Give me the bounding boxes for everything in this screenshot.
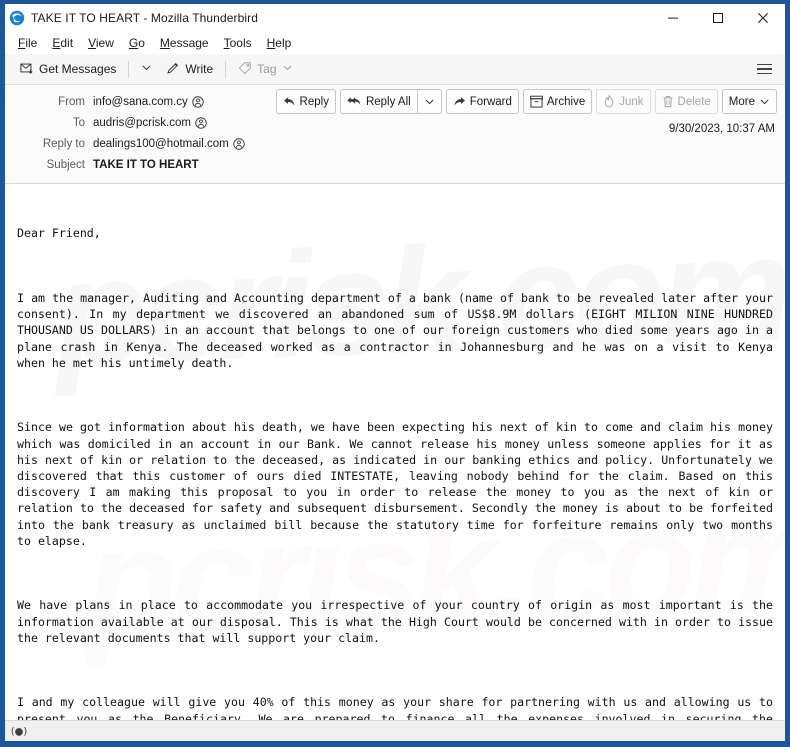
body-paragraph: I and my colleague will give you 40% of … (17, 695, 773, 720)
write-button[interactable]: Write (159, 58, 220, 81)
archive-button[interactable]: Archive (522, 89, 593, 114)
reply-all-group: Reply All (339, 89, 442, 114)
menu-bar: FFileile Edit View Go Message Tools Help (5, 31, 785, 54)
toolbar-divider-2 (225, 60, 227, 78)
body-paragraph: I am the manager, Auditing and Accountin… (17, 291, 780, 370)
menu-item-tools[interactable]: Tools (217, 34, 259, 52)
body-paragraph: Since we got information about his death… (17, 420, 780, 548)
toolbar-divider-1 (128, 60, 130, 78)
message-action-buttons: Reply Reply All Forward Archive Junk Del… (275, 89, 777, 114)
menu-item-edit[interactable]: Edit (45, 34, 80, 52)
close-icon[interactable] (740, 4, 785, 31)
from-address: info@sana.com.cy (93, 95, 188, 108)
junk-label: Junk (619, 95, 644, 108)
pencil-icon (166, 61, 180, 78)
contact-icon[interactable] (195, 116, 207, 129)
reply-button[interactable]: Reply (275, 89, 336, 114)
thunderbird-logo-icon (9, 10, 25, 26)
hamburger-menu-icon[interactable] (757, 60, 775, 78)
message-header: Reply Reply All Forward Archive Junk Del… (5, 85, 785, 184)
tag-icon (238, 61, 252, 78)
subject-label: Subject (46, 158, 85, 171)
reply-all-icon (347, 96, 362, 107)
from-label: From (58, 95, 85, 108)
contact-icon[interactable] (232, 137, 245, 150)
minimize-icon[interactable] (650, 4, 695, 31)
from-value-group[interactable]: info@sana.com.cy (93, 96, 204, 108)
connection-status-icon[interactable]: ((●)) (10, 724, 28, 738)
delete-label: Delete (677, 95, 711, 108)
window-content: TAKE IT TO HEART - Mozilla Thunderbird F… (5, 4, 785, 741)
body-paragraph: We have plans in place to accommodate yo… (17, 598, 780, 645)
reply-to-label: Reply to (42, 137, 85, 150)
reply-all-dropdown[interactable] (417, 89, 442, 114)
header-row-reply-to: Reply to dealings100@hotmail.com (5, 133, 785, 154)
to-label: To (72, 116, 85, 129)
forward-label: Forward (469, 95, 512, 108)
menu-item-file[interactable]: FFileile (11, 34, 44, 52)
tag-button[interactable]: Tag (231, 58, 299, 81)
to-value-group[interactable]: audris@pcrisk.com (93, 117, 207, 129)
message-date: 9/30/2023, 10:37 AM (668, 123, 775, 135)
to-address: audris@pcrisk.com (93, 116, 191, 129)
status-bar: ((●)) (5, 720, 785, 741)
message-body-text: Dear Friend, I am the manager, Auditing … (17, 193, 773, 720)
body-greeting: Dear Friend, (17, 226, 101, 241)
more-button[interactable]: More (721, 89, 777, 114)
chevron-down-icon (282, 62, 293, 76)
reply-label: Reply (299, 95, 329, 108)
menu-item-help[interactable]: Help (260, 34, 299, 52)
more-label: More (728, 95, 755, 108)
window-title: TAKE IT TO HEART - Mozilla Thunderbird (31, 10, 258, 25)
forward-button[interactable]: Forward (445, 89, 519, 114)
delete-button[interactable]: Delete (654, 89, 718, 114)
trash-icon (662, 95, 674, 108)
reply-to-address: dealings100@hotmail.com (93, 137, 229, 150)
chevron-down-icon (141, 62, 152, 76)
subject-value: TAKE IT TO HEART (93, 158, 199, 171)
forward-icon (453, 96, 466, 107)
reply-all-label: Reply All (365, 95, 411, 108)
header-row-subject: Subject TAKE IT TO HEART (5, 154, 785, 175)
chevron-down-icon (424, 96, 435, 107)
maximize-icon[interactable] (695, 4, 740, 31)
reply-to-value-group[interactable]: dealings100@hotmail.com (93, 138, 245, 150)
write-label: Write (185, 62, 214, 76)
menu-item-go[interactable]: Go (122, 34, 152, 52)
get-messages-button[interactable]: Get Messages (13, 58, 123, 81)
archive-label: Archive (546, 95, 586, 108)
window-controls (650, 4, 785, 31)
archive-box-icon (529, 95, 543, 108)
title-bar: TAKE IT TO HEART - Mozilla Thunderbird (5, 4, 785, 31)
tag-label: Tag (257, 62, 277, 76)
main-toolbar: Get Messages Write Tag (5, 54, 785, 85)
reply-icon (283, 96, 296, 107)
menu-item-view[interactable]: View (81, 34, 121, 52)
chevron-down-icon (759, 96, 770, 107)
contact-icon[interactable] (192, 95, 204, 108)
get-messages-dropdown[interactable] (134, 59, 159, 79)
thunderbird-window: TAKE IT TO HEART - Mozilla Thunderbird F… (0, 0, 790, 747)
menu-item-message[interactable]: Message (153, 34, 216, 52)
svg-text:((●)): ((●)) (11, 727, 27, 737)
junk-button[interactable]: Junk (596, 89, 651, 114)
get-messages-label: Get Messages (39, 62, 117, 76)
junk-flame-icon (603, 95, 615, 108)
message-body-pane[interactable]: pcrisk.com pcrisk.com Dear Friend, I am … (5, 184, 785, 720)
reply-all-button[interactable]: Reply All (339, 89, 418, 114)
get-messages-icon (20, 61, 34, 78)
